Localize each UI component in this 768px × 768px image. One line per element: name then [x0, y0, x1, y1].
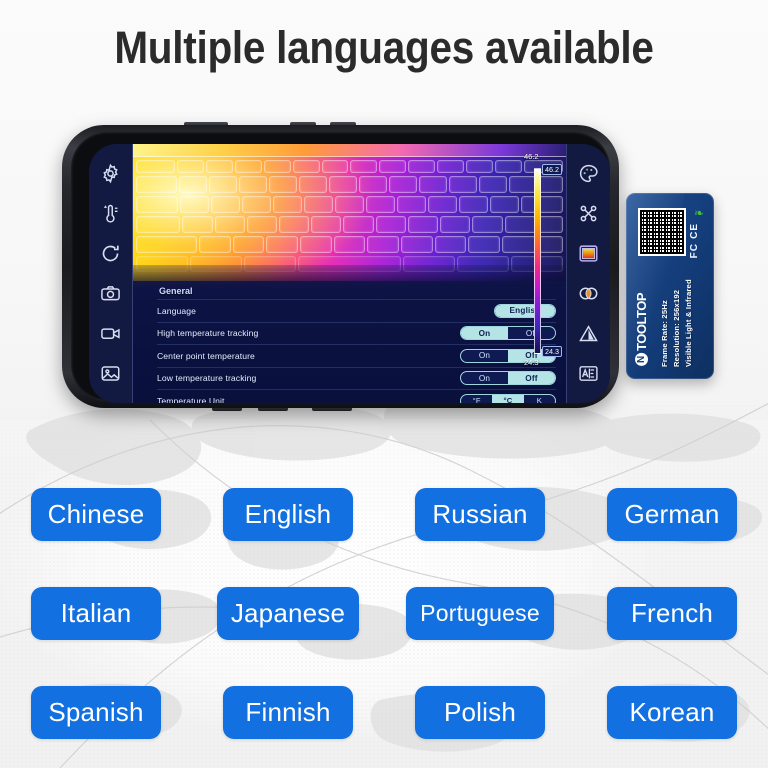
setting-row-low-temp-tracking[interactable]: Low temperature tracking On Off [157, 366, 556, 390]
warning-triangle-icon[interactable] [578, 323, 599, 344]
keyboard-top-edge [133, 144, 566, 157]
temp-min-tag: 24.3 [542, 346, 562, 357]
unit-option-fahrenheit[interactable]: °F [461, 395, 492, 403]
setting-label: Temperature Unit [157, 395, 225, 403]
temperature-scale: 46.2 46.2 24.3 24.3 [522, 148, 562, 403]
spec-resolution: Resolution: 256x192 [672, 289, 681, 367]
video-camera-icon[interactable] [100, 323, 121, 344]
keyboard-row-bottom [133, 236, 566, 253]
temp-max-tag: 46.2 [542, 164, 562, 175]
thermometer-icon[interactable] [100, 203, 121, 224]
language-chip-spanish[interactable]: Spanish [31, 686, 161, 739]
language-grid: Chinese English Russian German Italian J… [0, 488, 768, 739]
spec-frame-rate: Frame Rate: 25Hz [660, 300, 669, 367]
text-ae-icon[interactable] [578, 363, 599, 384]
temperature-color-bar [534, 168, 541, 354]
right-toolbar [566, 144, 610, 403]
temp-max-label: 46.2 [524, 152, 539, 161]
toggle-option-on[interactable]: On [461, 350, 508, 362]
language-chip-japanese[interactable]: Japanese [216, 587, 360, 640]
keyboard-row-qwerty [133, 196, 566, 213]
setting-row-language[interactable]: Language English [157, 299, 556, 322]
brand-name: TOOLTOP [634, 293, 649, 351]
phone-bezel: 46.2 46.2 24.3 24.3 General Language Eng… [71, 132, 610, 403]
palette-icon[interactable] [578, 163, 599, 184]
settings-panel: General Language English High temperatur… [133, 281, 566, 403]
keyboard-row-number [133, 176, 566, 193]
setting-row-center-point-temp[interactable]: Center point temperature On Off [157, 344, 556, 367]
brand-mark-icon: N [635, 352, 648, 366]
toggle-option-on[interactable]: On [461, 372, 508, 384]
page-title: Multiple languages available [114, 22, 654, 73]
keyboard-row-home [133, 216, 566, 233]
setting-label: Center point temperature [157, 350, 255, 361]
temp-min-label: 24.3 [524, 358, 539, 367]
language-chip-finnish[interactable]: Finnish [223, 686, 353, 739]
settings-section-title: General [159, 286, 193, 296]
language-chip-portuguese[interactable]: Portuguese [406, 587, 554, 640]
setting-label: Low temperature tracking [157, 373, 257, 384]
language-chip-korean[interactable]: Korean [607, 686, 737, 739]
phone-mockup: 46.2 46.2 24.3 24.3 General Language Eng… [62, 122, 619, 411]
unit-option-celsius[interactable]: °C [492, 394, 524, 403]
setting-row-temperature-unit[interactable]: Temperature Unit °F °C K [157, 389, 556, 403]
setting-label: High temperature tracking [157, 328, 259, 339]
setting-label: Language [157, 305, 197, 316]
refresh-icon[interactable] [100, 243, 121, 264]
thermal-camera-module-card: ❧ CE FC Visible Light & Infrared Resolut… [626, 193, 714, 379]
setting-row-high-temp-tracking[interactable]: High temperature tracking On Off [157, 321, 556, 345]
thermal-camera-app-screen: 46.2 46.2 24.3 24.3 General Language Eng… [89, 144, 610, 403]
language-chip-german[interactable]: German [607, 488, 737, 541]
language-chip-french[interactable]: French [607, 587, 737, 640]
keyboard-row-function [133, 160, 566, 173]
gallery-icon[interactable] [100, 363, 121, 384]
brand-logo: N TOOLTOP [634, 293, 649, 366]
camera-icon[interactable] [100, 283, 121, 304]
blend-circles-icon[interactable] [578, 283, 599, 304]
left-toolbar [89, 144, 133, 403]
scissors-icon[interactable] [578, 203, 599, 224]
gear-icon[interactable] [100, 163, 121, 184]
thermal-keyboard-image [133, 144, 566, 287]
toggle-option-on[interactable]: On [461, 327, 508, 340]
image-gradient-icon[interactable] [578, 243, 599, 264]
language-chip-italian[interactable]: Italian [31, 587, 161, 640]
language-chip-english[interactable]: English [223, 488, 353, 541]
language-chip-russian[interactable]: Russian [415, 488, 545, 541]
language-chip-chinese[interactable]: Chinese [31, 488, 161, 541]
language-chip-polish[interactable]: Polish [415, 686, 545, 739]
spec-visible-light-infrared: Visible Light & Infrared [684, 279, 693, 367]
phone-frame: 46.2 46.2 24.3 24.3 General Language Eng… [62, 125, 619, 408]
thermal-image-viewport[interactable]: 46.2 46.2 24.3 24.3 General Language Eng… [133, 144, 566, 403]
